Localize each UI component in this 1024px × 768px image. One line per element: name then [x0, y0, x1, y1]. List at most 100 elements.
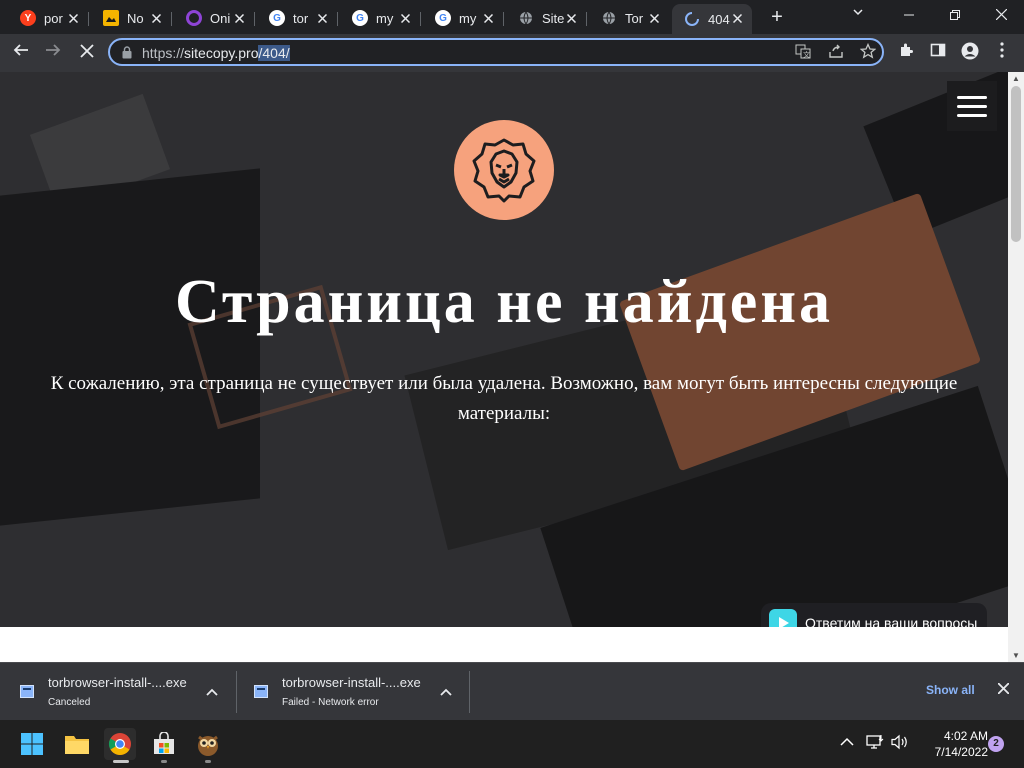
tab-title: my	[459, 10, 477, 26]
browser-toolbar: https://sitecopy.pro/404/ 文	[0, 34, 1024, 72]
chat-icon	[769, 609, 797, 627]
hamburger-line	[957, 114, 987, 117]
loading-icon	[684, 11, 700, 27]
show-hidden-icons-chevron-icon[interactable]	[840, 734, 854, 750]
browser-tab[interactable]: Oni	[174, 4, 255, 32]
tab-title: my	[376, 10, 394, 26]
tab-title: por	[44, 10, 63, 26]
lion-logo[interactable]	[454, 120, 554, 220]
new-tab-button[interactable]: +	[766, 6, 788, 29]
windows-start-icon[interactable]	[16, 728, 48, 760]
page-scrollbar[interactable]: ▲ ▼	[1008, 72, 1024, 662]
scroll-down-arrow-icon[interactable]: ▼	[1012, 651, 1020, 660]
network-icon[interactable]	[866, 734, 884, 753]
chevron-up-icon[interactable]	[206, 683, 218, 699]
close-tab-icon[interactable]	[317, 10, 328, 26]
download-item[interactable]: torbrowser-install-....exe Canceled	[0, 663, 237, 721]
translate-icon[interactable]: 文	[793, 43, 813, 63]
close-window-button[interactable]	[978, 4, 1024, 28]
minimize-button[interactable]	[886, 4, 932, 28]
page-viewport: Страница не найдена К сожалению, эта стр…	[0, 72, 1008, 662]
download-status: Canceled	[48, 697, 91, 708]
side-panel-icon[interactable]	[927, 42, 949, 64]
close-tab-icon[interactable]	[566, 10, 577, 26]
download-filename: torbrowser-install-....exe	[282, 675, 421, 690]
restore-button[interactable]	[932, 4, 978, 28]
close-tab-icon[interactable]	[400, 10, 411, 26]
url-path: /404/	[258, 45, 290, 61]
ring-icon	[186, 10, 202, 26]
back-button[interactable]	[10, 42, 32, 64]
show-all-downloads-link[interactable]: Show all	[926, 683, 975, 697]
globe-icon	[518, 10, 534, 26]
notification-count-badge[interactable]: 2	[988, 736, 1004, 752]
close-tab-icon[interactable]	[68, 10, 79, 26]
browser-tab[interactable]: Ypor	[8, 4, 89, 32]
browser-tab[interactable]: Gmy	[340, 4, 421, 32]
google-icon: G	[352, 10, 368, 26]
volume-icon[interactable]	[891, 734, 909, 753]
download-item[interactable]: torbrowser-install-....exe Failed - Netw…	[234, 663, 470, 721]
browser-tab[interactable]: Tor	[589, 4, 669, 32]
chevron-up-icon[interactable]	[440, 683, 452, 699]
tab-title: Tor	[625, 10, 644, 26]
globe-icon	[601, 10, 617, 26]
tab-search-icon[interactable]	[852, 6, 864, 21]
url-host: sitecopy.pro	[184, 45, 259, 61]
share-icon[interactable]	[826, 43, 846, 63]
browser-tab[interactable]: Site	[506, 4, 587, 32]
lion-icon	[472, 138, 536, 203]
tab-separator	[420, 12, 421, 26]
chrome-icon[interactable]	[104, 728, 136, 760]
address-bar[interactable]: https://sitecopy.pro/404/ 文	[108, 38, 884, 66]
extensions-icon[interactable]	[895, 42, 917, 64]
menu-dots-icon[interactable]	[991, 42, 1013, 64]
page-title: Страница не найдена	[174, 268, 834, 336]
hamburger-line	[957, 96, 987, 99]
close-shelf-icon[interactable]	[997, 681, 1010, 699]
slides-icon	[103, 10, 119, 26]
bookmark-star-icon[interactable]	[858, 42, 878, 63]
browser-tab[interactable]: Gmy	[423, 4, 504, 32]
profile-icon[interactable]	[959, 42, 981, 64]
browser-tab[interactable]: No	[91, 4, 172, 32]
download-shelf: torbrowser-install-....exe Canceled torb…	[0, 662, 1024, 720]
scrollbar-thumb[interactable]	[1011, 86, 1021, 242]
hamburger-line	[957, 105, 987, 108]
browser-tab[interactable]: Gtor	[257, 4, 338, 32]
stop-loading-button[interactable]	[76, 42, 98, 64]
close-tab-icon[interactable]	[483, 10, 494, 26]
microsoft-store-icon[interactable]	[148, 728, 180, 760]
hamburger-menu-button[interactable]	[947, 81, 997, 131]
google-icon: G	[435, 10, 451, 26]
scroll-up-arrow-icon[interactable]: ▲	[1012, 74, 1020, 83]
yandex-icon: Y	[20, 10, 36, 26]
close-tab-icon[interactable]	[732, 10, 743, 26]
page-description: К сожалению, эта страница не существует …	[50, 373, 958, 424]
url-scheme: https://	[142, 45, 185, 61]
tab-title: tor	[293, 10, 309, 26]
owl-app-icon[interactable]	[192, 728, 224, 760]
google-icon: G	[269, 10, 285, 26]
lock-icon[interactable]	[122, 46, 132, 59]
close-tab-icon[interactable]	[151, 10, 162, 26]
tab-separator	[503, 12, 504, 26]
chat-label: Ответим на ваши вопросы	[805, 615, 978, 627]
close-tab-icon[interactable]	[234, 10, 245, 26]
running-app-indicator	[205, 760, 211, 763]
file-explorer-icon[interactable]	[61, 728, 93, 760]
close-tab-icon[interactable]	[649, 10, 660, 26]
tab-strip: Ypor No Oni Gtor Gmy Gmy Site Tor 404 +	[0, 0, 1024, 34]
url-text[interactable]: https://sitecopy.pro/404/	[142, 45, 290, 61]
download-status: Failed - Network error	[282, 697, 379, 708]
installer-file-icon	[254, 685, 268, 698]
tab-title: Site	[542, 10, 564, 26]
forward-button[interactable]	[42, 42, 64, 64]
chat-widget-button[interactable]: Ответим на ваши вопросы	[761, 603, 987, 627]
clock-time: 4:02 AM	[943, 729, 988, 743]
browser-tab[interactable]: 404	[672, 4, 752, 34]
tab-separator	[586, 12, 587, 26]
installer-file-icon	[20, 685, 34, 698]
tab-separator	[254, 12, 255, 26]
system-clock[interactable]: 4:02 AM 7/14/2022	[918, 728, 988, 760]
